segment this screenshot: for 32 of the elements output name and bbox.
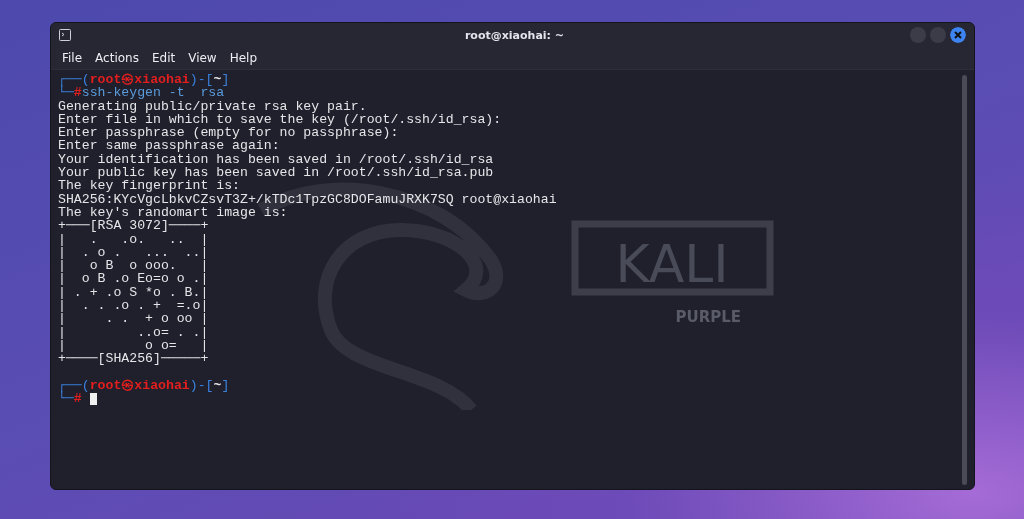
randomart-line: | . . .o . + =.o| (58, 299, 209, 313)
randomart-line: | . o . ... ..| (58, 245, 209, 260)
output-line: Your public key has been saved in /root/.ssh/id_rsa.pub (58, 166, 494, 180)
menu-item[interactable]: Help (229, 51, 258, 65)
randomart-line: | . .o. .. | (58, 232, 209, 246)
randomart-line: | o B .o Eo=o o .| (58, 272, 209, 286)
randomart-line: | o o= | (58, 338, 209, 353)
randomart-line: | . + .o S *o . B.| (58, 285, 209, 300)
output-line: The key's randomart image is: (58, 205, 288, 220)
randomart-line: | ..o= . .| (58, 325, 209, 339)
output-line: Enter same passphrase again: (58, 139, 280, 153)
terminal-icon[interactable] (59, 29, 71, 41)
output-line: SHA256:KYcVgcLbkvCZsvT3Z+/kTDc1TpzGC8DOFamuJRXK7SQ root@xiaohai (58, 192, 557, 206)
menu-item[interactable]: File (62, 51, 83, 65)
output-line: Enter passphrase (empty for no passphrase): (58, 126, 399, 140)
randomart-line: +────[SHA256]─────+ (58, 352, 209, 366)
menu-item[interactable]: Actions (95, 51, 139, 65)
randomart-line: | . . + o oo | (58, 312, 209, 326)
menu-item[interactable]: View (188, 51, 217, 65)
window-title: root@xiaohai: ~ (463, 28, 566, 42)
output-line: Generating public/private rsa key pair. (58, 99, 367, 113)
output-line: Your identification has been saved in /root/.ssh/id_rsa (58, 152, 494, 167)
command-line: └─#ssh-keygen -t rsa (58, 86, 225, 100)
randomart-line: | o B o ooo. | (58, 259, 209, 273)
randomart-line: +───[RSA 3072]────+ (58, 219, 209, 233)
scrollbar[interactable] (962, 75, 967, 485)
output-line: The key fingerprint is: (58, 179, 241, 193)
close-button[interactable] (950, 27, 966, 43)
output-line: Enter file in which to save the key (/root/.ssh/id_rsa): (58, 112, 502, 127)
menu-item[interactable]: Edit (151, 51, 176, 65)
logo-subtext: PURPLE (675, 308, 741, 326)
command-line: └─# (58, 392, 82, 406)
